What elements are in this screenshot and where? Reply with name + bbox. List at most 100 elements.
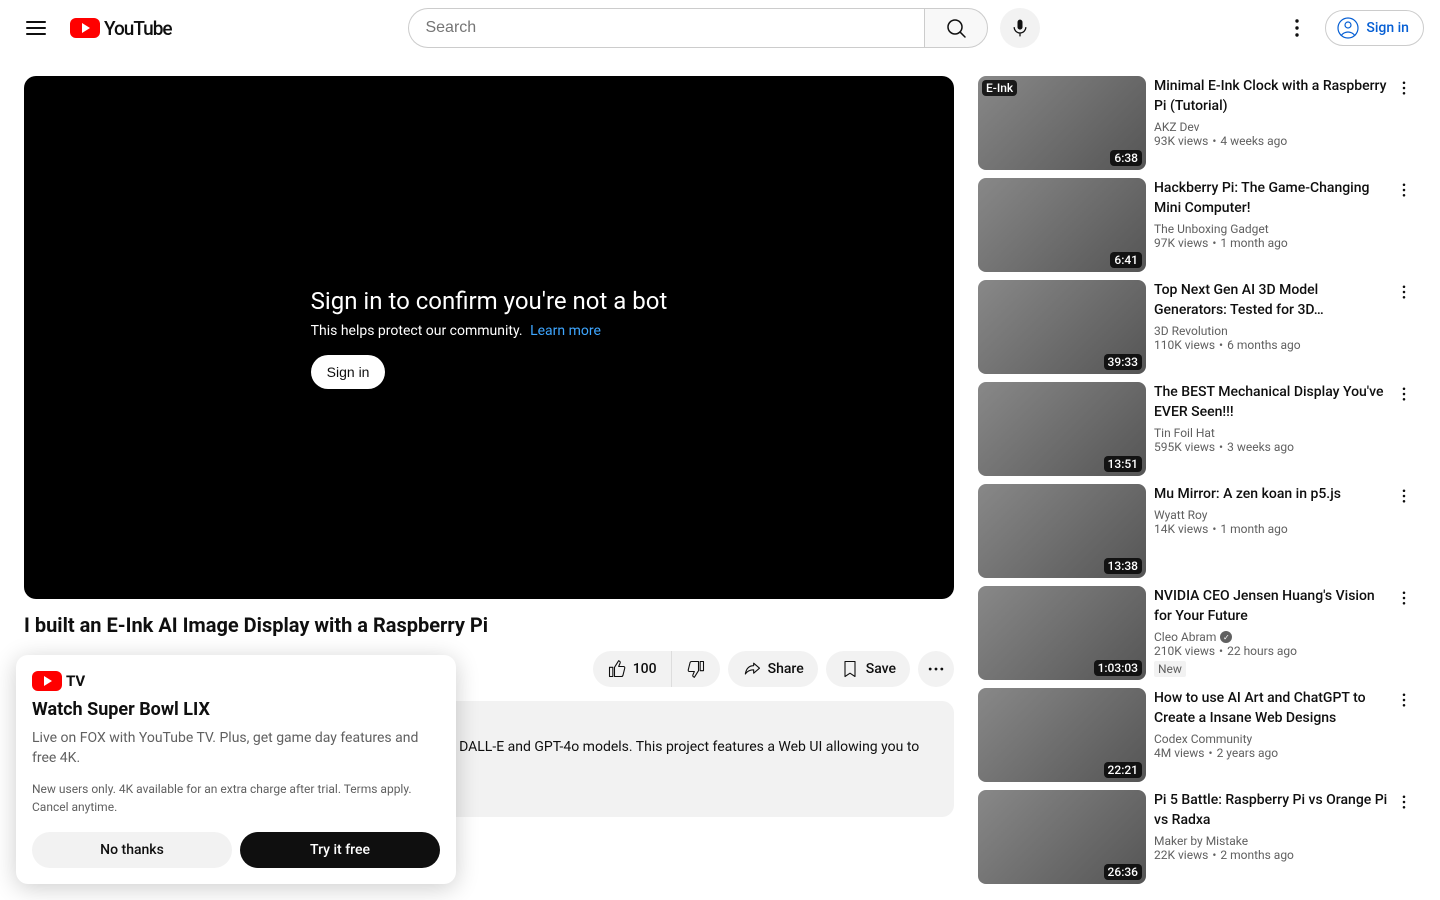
- ellipsis-icon: [926, 659, 946, 679]
- related-title: Top Next Gen AI 3D Model Generators: Tes…: [1154, 280, 1392, 320]
- share-button[interactable]: Share: [728, 651, 818, 687]
- related-info: How to use AI Art and ChatGPT to Create …: [1154, 688, 1416, 782]
- promo-logo: TV: [32, 671, 440, 691]
- related-item-menu[interactable]: [1392, 484, 1416, 508]
- learn-more-link[interactable]: Learn more: [530, 323, 601, 339]
- thumb-up-icon: [607, 659, 627, 679]
- masthead: YouTube Sign in: [0, 0, 1440, 56]
- signin-button[interactable]: Sign in: [1325, 10, 1424, 46]
- user-icon: [1336, 16, 1360, 40]
- duration-badge: 13:38: [1104, 558, 1142, 574]
- overlay-signin-button[interactable]: Sign in: [311, 355, 386, 389]
- no-thanks-button[interactable]: No thanks: [32, 832, 232, 868]
- header-right: Sign in: [1277, 8, 1424, 48]
- related-column: E-Ink6:38Minimal E-Ink Clock with a Rasp…: [978, 76, 1416, 892]
- related-item-menu[interactable]: [1392, 280, 1416, 304]
- related-meta: 93K views4 weeks ago: [1154, 134, 1392, 148]
- related-video[interactable]: 1:03:03 NVIDIA CEO Jensen Huang's Vision …: [978, 586, 1416, 680]
- voice-search-button[interactable]: [1000, 8, 1040, 48]
- related-meta: 22K views2 months ago: [1154, 848, 1392, 862]
- related-video[interactable]: 39:33 Top Next Gen AI 3D Model Generators…: [978, 280, 1416, 374]
- duration-badge: 26:36: [1104, 864, 1142, 880]
- like-dislike-group: 100: [593, 651, 720, 687]
- kebab-icon: [1395, 283, 1413, 301]
- related-item-menu[interactable]: [1392, 382, 1416, 406]
- search-button[interactable]: [924, 8, 988, 48]
- related-thumbnail: 39:33: [978, 280, 1146, 374]
- related-info: The BEST Mechanical Display You've EVER …: [1154, 382, 1416, 476]
- related-item-menu[interactable]: [1392, 586, 1416, 610]
- duration-badge: 22:21: [1104, 762, 1142, 778]
- promo-brand: TV: [66, 672, 85, 690]
- related-info: Top Next Gen AI 3D Model Generators: Tes…: [1154, 280, 1416, 374]
- like-count: 100: [633, 661, 657, 677]
- related-info: Hackberry Pi: The Game-Changing Mini Com…: [1154, 178, 1416, 272]
- related-channel: Cleo Abram ✓: [1154, 630, 1392, 644]
- related-video[interactable]: 6:41 Hackberry Pi: The Game-Changing Mini…: [978, 178, 1416, 272]
- related-info: Minimal E-Ink Clock with a Raspberry Pi …: [1154, 76, 1416, 170]
- kebab-icon: [1395, 385, 1413, 403]
- duration-badge: 1:03:03: [1094, 660, 1142, 676]
- signin-label: Sign in: [1366, 20, 1409, 36]
- related-title: Mu Mirror: A zen koan in p5.js: [1154, 484, 1392, 504]
- verified-icon: ✓: [1220, 631, 1232, 643]
- related-video[interactable]: 13:38 Mu Mirror: A zen koan in p5.js Wyatt…: [978, 484, 1416, 578]
- search-input[interactable]: [408, 8, 924, 48]
- thumb-overlay-badge: E-Ink: [982, 80, 1017, 96]
- promo-buttons: No thanks Try it free: [32, 832, 440, 868]
- related-thumbnail: E-Ink6:38: [978, 76, 1146, 170]
- header-center: [404, 8, 1044, 48]
- dislike-button[interactable]: [672, 651, 720, 687]
- related-meta: 14K views1 month ago: [1154, 522, 1392, 536]
- related-video[interactable]: 13:51The BEST Mechanical Display You've …: [978, 382, 1416, 476]
- kebab-icon: [1395, 793, 1413, 811]
- header-left: YouTube: [16, 8, 172, 48]
- related-title: NVIDIA CEO Jensen Huang's Vision for You…: [1154, 586, 1392, 626]
- related-channel: Wyatt Roy: [1154, 508, 1392, 522]
- related-item-menu[interactable]: [1392, 178, 1416, 202]
- promo-title: Watch Super Bowl LIX: [32, 699, 440, 720]
- related-video[interactable]: 22:21 How to use AI Art and ChatGPT to Cr…: [978, 688, 1416, 782]
- related-item-menu[interactable]: [1392, 790, 1416, 814]
- play-icon: [70, 18, 100, 38]
- related-item-menu[interactable]: [1392, 76, 1416, 100]
- share-icon: [742, 659, 762, 679]
- related-thumbnail: 13:38: [978, 484, 1146, 578]
- related-meta: 97K views1 month ago: [1154, 236, 1392, 250]
- player-overlay: Sign in to confirm you're not a bot This…: [311, 287, 668, 389]
- bookmark-icon: [840, 659, 860, 679]
- like-button[interactable]: 100: [593, 651, 672, 687]
- hamburger-icon: [24, 16, 48, 40]
- search-icon: [944, 16, 968, 40]
- kebab-icon: [1395, 181, 1413, 199]
- related-video[interactable]: 26:36 Pi 5 Battle: Raspberry Pi vs Orange…: [978, 790, 1416, 884]
- related-thumbnail: 1:03:03: [978, 586, 1146, 680]
- related-thumbnail: 22:21: [978, 688, 1146, 782]
- kebab-icon: [1395, 487, 1413, 505]
- save-button[interactable]: Save: [826, 651, 910, 687]
- try-it-free-button[interactable]: Try it free: [240, 832, 440, 868]
- related-video[interactable]: E-Ink6:38Minimal E-Ink Clock with a Rasp…: [978, 76, 1416, 170]
- more-actions-button[interactable]: [918, 651, 954, 687]
- related-info: NVIDIA CEO Jensen Huang's Vision for You…: [1154, 586, 1416, 680]
- video-player[interactable]: Sign in to confirm you're not a bot This…: [24, 76, 954, 599]
- related-channel: Maker by Mistake: [1154, 834, 1392, 848]
- related-title: The BEST Mechanical Display You've EVER …: [1154, 382, 1392, 422]
- related-title: Hackberry Pi: The Game-Changing Mini Com…: [1154, 178, 1392, 218]
- guide-menu-button[interactable]: [16, 8, 56, 48]
- related-channel: Codex Community: [1154, 732, 1392, 746]
- settings-menu-button[interactable]: [1277, 8, 1317, 48]
- promo-body: Live on FOX with YouTube TV. Plus, get g…: [32, 728, 440, 768]
- related-item-menu[interactable]: [1392, 688, 1416, 712]
- related-title: How to use AI Art and ChatGPT to Create …: [1154, 688, 1392, 728]
- duration-badge: 6:41: [1110, 252, 1142, 268]
- thumb-down-icon: [686, 659, 706, 679]
- related-info: Pi 5 Battle: Raspberry Pi vs Orange Pi v…: [1154, 790, 1416, 884]
- youtube-tv-promo: TV Watch Super Bowl LIX Live on FOX with…: [16, 655, 456, 884]
- related-channel: Tin Foil Hat: [1154, 426, 1392, 440]
- duration-badge: 39:33: [1104, 354, 1142, 370]
- youtube-logo[interactable]: YouTube: [70, 17, 172, 40]
- new-badge: New: [1154, 661, 1186, 677]
- play-icon: [32, 671, 62, 691]
- related-channel: 3D Revolution: [1154, 324, 1392, 338]
